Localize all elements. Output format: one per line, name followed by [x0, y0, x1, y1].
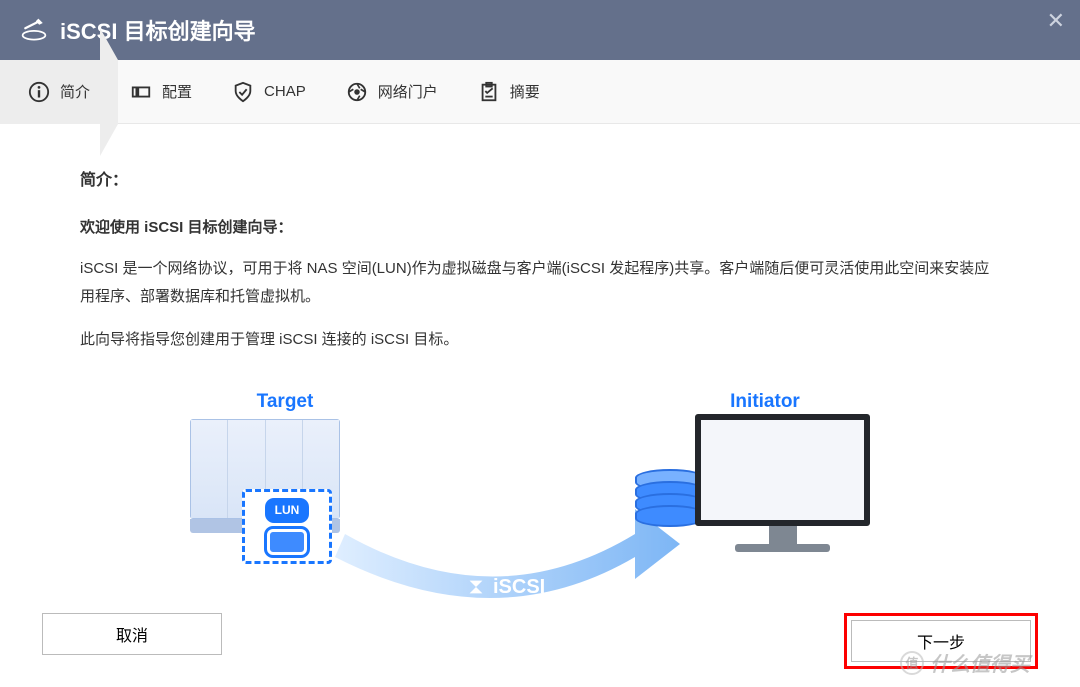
cancel-button[interactable]: 取消	[42, 613, 222, 655]
iscsi-diagram: Target Initiator LUN iSCSI	[180, 384, 900, 644]
info-icon	[28, 81, 50, 103]
target-label: Target	[220, 384, 350, 420]
close-icon[interactable]: ✕	[1047, 10, 1065, 32]
step-label: 简介	[60, 81, 90, 102]
step-summary[interactable]: 摘要	[478, 81, 540, 103]
step-label: 网络门户	[378, 81, 438, 102]
summary-icon	[478, 81, 500, 103]
lun-label: LUN	[265, 498, 310, 523]
window-title: iSCSI 目标创建向导	[60, 14, 256, 46]
configure-icon	[130, 81, 152, 103]
step-label: 摘要	[510, 81, 540, 102]
content-area: 简介： 欢迎使用 iSCSI 目标创建向导： iSCSI 是一个网络协议，可用于…	[0, 124, 1080, 644]
monitor-image	[695, 414, 870, 552]
next-highlight: 下一步	[844, 613, 1038, 669]
step-label: 配置	[162, 81, 192, 102]
titlebar: iSCSI 目标创建向导 ✕	[0, 0, 1080, 60]
step-chap[interactable]: CHAP	[232, 81, 306, 103]
intro-heading: 简介：	[80, 166, 1000, 196]
lun-image: LUN	[242, 489, 332, 564]
iscsi-protocol-label: iSCSI	[465, 568, 545, 606]
network-icon	[346, 81, 368, 103]
wizard-icon	[20, 16, 48, 44]
intro-paragraph-1: iSCSI 是一个网络协议，可用于将 NAS 空间(LUN)作为虚拟磁盘与客户端…	[80, 255, 1000, 312]
shield-icon	[232, 81, 254, 103]
step-configure[interactable]: 配置	[130, 81, 192, 103]
footer: 取消 下一步	[0, 613, 1080, 669]
next-button[interactable]: 下一步	[851, 620, 1031, 662]
wizard-steps: 简介 配置 CHAP 网络门户 摘要	[0, 60, 1080, 124]
step-label: CHAP	[264, 83, 306, 100]
intro-paragraph-2: 此向导将指导您创建用于管理 iSCSI 连接的 iSCSI 目标。	[80, 326, 1000, 355]
step-intro[interactable]: 简介	[28, 81, 90, 103]
intro-subheading: 欢迎使用 iSCSI 目标创建向导：	[80, 214, 1000, 243]
step-network[interactable]: 网络门户	[346, 81, 438, 103]
